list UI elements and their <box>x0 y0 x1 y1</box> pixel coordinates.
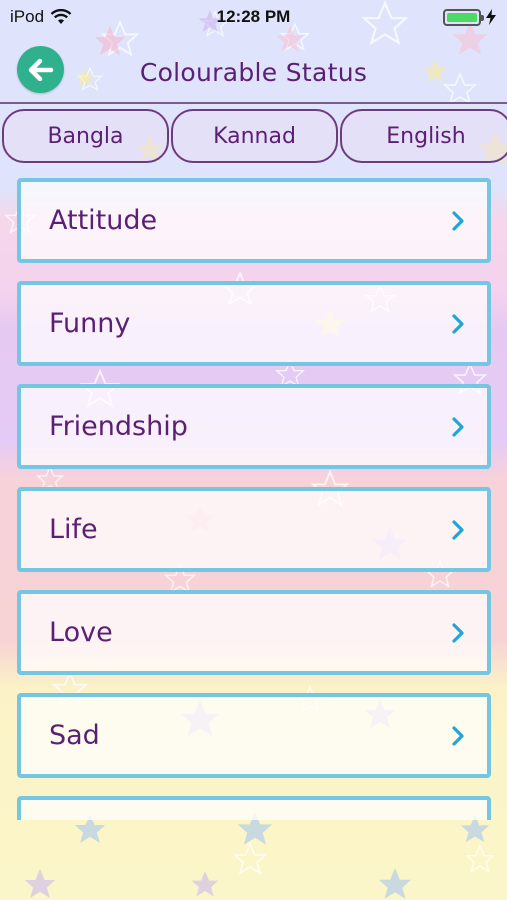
app-header: Colourable Status <box>0 40 507 104</box>
chevron-right-icon <box>452 313 464 334</box>
chevron-right-icon <box>452 622 464 643</box>
chevron-right-icon <box>452 519 464 540</box>
chevron-right-icon <box>452 725 464 746</box>
page-title: Colourable Status <box>139 58 368 87</box>
tab-english[interactable]: English <box>340 109 507 163</box>
tab-label: Bangla <box>47 123 124 149</box>
list-item-attitude[interactable]: Attitude <box>17 178 491 263</box>
list-item-label: Friendship <box>49 411 188 442</box>
tab-label: English <box>386 123 466 149</box>
list-item-label: Funny <box>49 308 131 339</box>
category-list: Attitude Funny Friendship Life Love Sad <box>17 178 491 820</box>
chevron-right-icon <box>452 416 464 437</box>
status-bar: iPod 12:28 PM <box>0 0 507 34</box>
list-item-life[interactable]: Life <box>17 487 491 572</box>
chevron-right-icon <box>452 210 464 231</box>
list-item-label: Sad <box>49 720 100 751</box>
tab-bangla[interactable]: Bangla <box>2 109 169 163</box>
list-item-label: Love <box>49 617 113 648</box>
tab-label: Kannad <box>213 123 296 149</box>
tab-kannad[interactable]: Kannad <box>171 109 338 163</box>
battery-icon <box>443 8 484 26</box>
list-item-partial[interactable] <box>17 796 491 820</box>
list-item-label: Attitude <box>49 205 158 236</box>
status-bar-right <box>443 8 497 26</box>
status-time: 12:28 PM <box>216 7 291 26</box>
list-item-love[interactable]: Love <box>17 590 491 675</box>
list-item-label: Life <box>49 514 98 545</box>
language-tabs: Bangla Kannad English <box>0 109 507 163</box>
charging-bolt-icon <box>486 9 496 25</box>
list-item-friendship[interactable]: Friendship <box>17 384 491 469</box>
list-item-sad[interactable]: Sad <box>17 693 491 778</box>
list-item-funny[interactable]: Funny <box>17 281 491 366</box>
